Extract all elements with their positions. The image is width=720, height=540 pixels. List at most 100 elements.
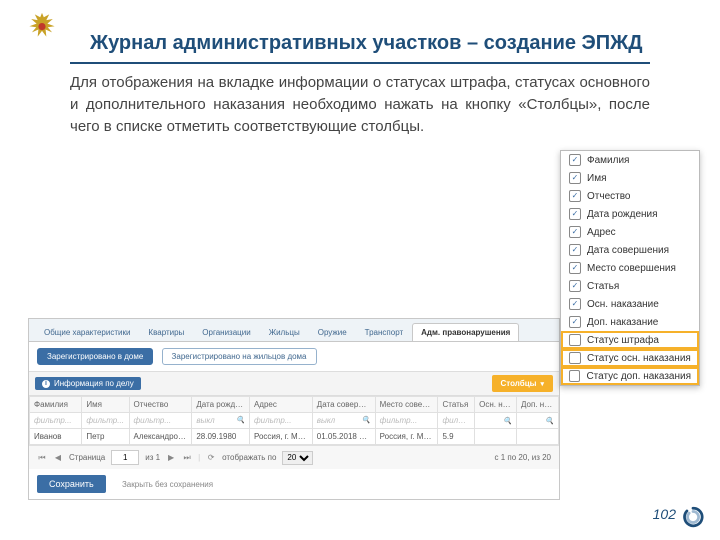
filter-cell[interactable]: фильтр... — [82, 413, 129, 429]
columns-popup-item[interactable]: Статья — [561, 277, 699, 295]
columns-popup-item[interactable]: Статус штрафа — [561, 331, 699, 349]
main-tab[interactable]: Транспорт — [356, 323, 412, 341]
columns-popup-item[interactable]: Осн. наказание — [561, 295, 699, 313]
filter-cell[interactable]: фильтр... — [30, 413, 82, 429]
subtab-registered-residents[interactable]: Зарегистрировано на жильцов дома — [162, 348, 317, 365]
col-header[interactable]: Отчество — [129, 397, 192, 413]
filter-cell[interactable]: фильтр... — [249, 413, 312, 429]
pager-refresh-icon[interactable]: ⟳ — [206, 453, 216, 462]
grid-toolbar: i Информация по делу Столбцы ▾ — [29, 371, 559, 396]
checkbox-icon[interactable] — [569, 334, 581, 346]
cell-date: 01.05.2018 12:... — [312, 429, 375, 445]
columns-popup-item[interactable]: Имя — [561, 169, 699, 187]
col-header[interactable]: Осн. наказание — [475, 397, 517, 413]
table-header-row: ФамилияИмяОтчествоДата рожденияАдресДата… — [30, 397, 559, 413]
pager-perpage-select[interactable]: 20 — [282, 451, 313, 465]
checkbox-icon[interactable] — [569, 154, 581, 166]
checkbox-icon[interactable] — [569, 208, 581, 220]
grid-table: ФамилияИмяОтчествоДата рожденияАдресДата… — [29, 396, 559, 445]
filter-cell[interactable]: 🔍 — [517, 413, 559, 429]
columns-popup-item[interactable]: Дата рождения — [561, 205, 699, 223]
instruction-paragraph: Для отображения на вкладке информации о … — [70, 72, 650, 137]
app-screenshot: Общие характеристикиКвартирыОрганизацииЖ… — [28, 318, 560, 500]
columns-popup-item[interactable]: Дата совершения — [561, 241, 699, 259]
filter-cell[interactable]: фильтр... — [375, 413, 438, 429]
cell-dob: 28.09.1980 — [192, 429, 250, 445]
checkbox-icon[interactable] — [569, 280, 581, 292]
columns-popup-label: Статус осн. наказания — [587, 353, 691, 364]
filter-cell[interactable]: выкл🔍 — [192, 413, 250, 429]
col-header[interactable]: Дата соверше... — [312, 397, 375, 413]
columns-popup-item[interactable]: Доп. наказание — [561, 313, 699, 331]
columns-popup: Фамилия Имя Отчество Дата рождения Адрес Дата… — [560, 150, 700, 386]
checkbox-icon[interactable] — [569, 262, 581, 274]
checkbox-icon[interactable] — [569, 244, 581, 256]
main-tab[interactable]: Жильцы — [260, 323, 309, 341]
columns-popup-label: Имя — [587, 173, 606, 184]
main-tab[interactable]: Квартиры — [139, 323, 193, 341]
cell-addr: Россия, г. Мос... — [249, 429, 312, 445]
col-header[interactable]: Адрес — [249, 397, 312, 413]
col-header[interactable]: Статья — [438, 397, 475, 413]
cell-art: 5.9 — [438, 429, 475, 445]
columns-popup-label: Статья — [587, 281, 619, 292]
pager-last-icon[interactable]: ⏭ — [182, 453, 192, 463]
main-tabs: Общие характеристикиКвартирыОрганизацииЖ… — [29, 319, 559, 341]
pager-range: с 1 по 20, из 20 — [495, 453, 552, 462]
columns-popup-item[interactable]: Место совершения — [561, 259, 699, 277]
checkbox-icon[interactable] — [569, 226, 581, 238]
subtab-registered-house[interactable]: Зарегистрировано в доме — [37, 348, 153, 365]
checkbox-icon[interactable] — [569, 352, 581, 364]
col-header[interactable]: Место соверш... — [375, 397, 438, 413]
filter-cell[interactable]: фильтр... — [438, 413, 475, 429]
columns-button[interactable]: Столбцы ▾ — [492, 375, 553, 392]
cell-otch: Александрович — [129, 429, 192, 445]
columns-popup-label: Дата рождения — [587, 209, 658, 220]
info-icon: i — [42, 380, 50, 388]
main-tab[interactable]: Оружие — [309, 323, 356, 341]
columns-popup-item[interactable]: Отчество — [561, 187, 699, 205]
columns-popup-label: Отчество — [587, 191, 630, 202]
main-tab[interactable]: Организации — [193, 323, 259, 341]
columns-popup-item[interactable]: Адрес — [561, 223, 699, 241]
columns-popup-item[interactable]: Статус осн. наказания — [561, 349, 699, 367]
table-row[interactable]: Иванов Петр Александрович 28.09.1980 Рос… — [30, 429, 559, 445]
col-header[interactable]: Имя — [82, 397, 129, 413]
pager-next-icon[interactable]: ▶ — [166, 453, 176, 462]
col-header[interactable]: Фамилия — [30, 397, 82, 413]
pager: ⏮ ◀ Страница из 1 ▶ ⏭ | ⟳ отображать по … — [29, 445, 559, 469]
pager-show-label: отображать по — [222, 453, 276, 462]
columns-popup-label: Место совершения — [587, 263, 676, 274]
columns-popup-label: Адрес — [587, 227, 616, 238]
columns-popup-item[interactable]: Статус доп. наказания — [561, 367, 699, 385]
mvd-emblem-icon — [24, 10, 60, 46]
checkbox-icon[interactable] — [569, 316, 581, 328]
main-tab[interactable]: Общие характеристики — [35, 323, 139, 341]
columns-button-label: Столбцы — [501, 379, 537, 388]
pager-first-icon[interactable]: ⏮ — [37, 453, 47, 463]
filter-cell[interactable]: 🔍 — [475, 413, 517, 429]
filter-cell[interactable]: выкл🔍 — [312, 413, 375, 429]
columns-popup-label: Фамилия — [587, 155, 629, 166]
checkbox-icon[interactable] — [569, 190, 581, 202]
columns-popup-item[interactable]: Фамилия — [561, 151, 699, 169]
main-tab[interactable]: Адм. правонарушения — [412, 323, 519, 341]
close-without-save-link[interactable]: Закрыть без сохранения — [122, 480, 213, 489]
col-header[interactable]: Доп. наказание — [517, 397, 559, 413]
col-header[interactable]: Дата рождения — [192, 397, 250, 413]
columns-popup-label: Доп. наказание — [587, 317, 658, 328]
cell-osn — [475, 429, 517, 445]
checkbox-icon[interactable] — [569, 298, 581, 310]
cell-place: Россия, г. Мос... — [375, 429, 438, 445]
case-info-button[interactable]: i Информация по делу — [35, 377, 141, 390]
columns-popup-label: Статус штрафа — [587, 335, 659, 346]
case-info-label: Информация по делу — [54, 379, 134, 388]
pager-page-input[interactable] — [111, 450, 139, 465]
save-button[interactable]: Сохранить — [37, 475, 106, 493]
checkbox-icon[interactable] — [569, 172, 581, 184]
pager-prev-icon[interactable]: ◀ — [53, 453, 63, 462]
page-number: 102 — [653, 506, 676, 522]
checkbox-icon[interactable] — [569, 370, 580, 382]
cell-dop — [517, 429, 559, 445]
filter-cell[interactable]: фильтр... — [129, 413, 192, 429]
